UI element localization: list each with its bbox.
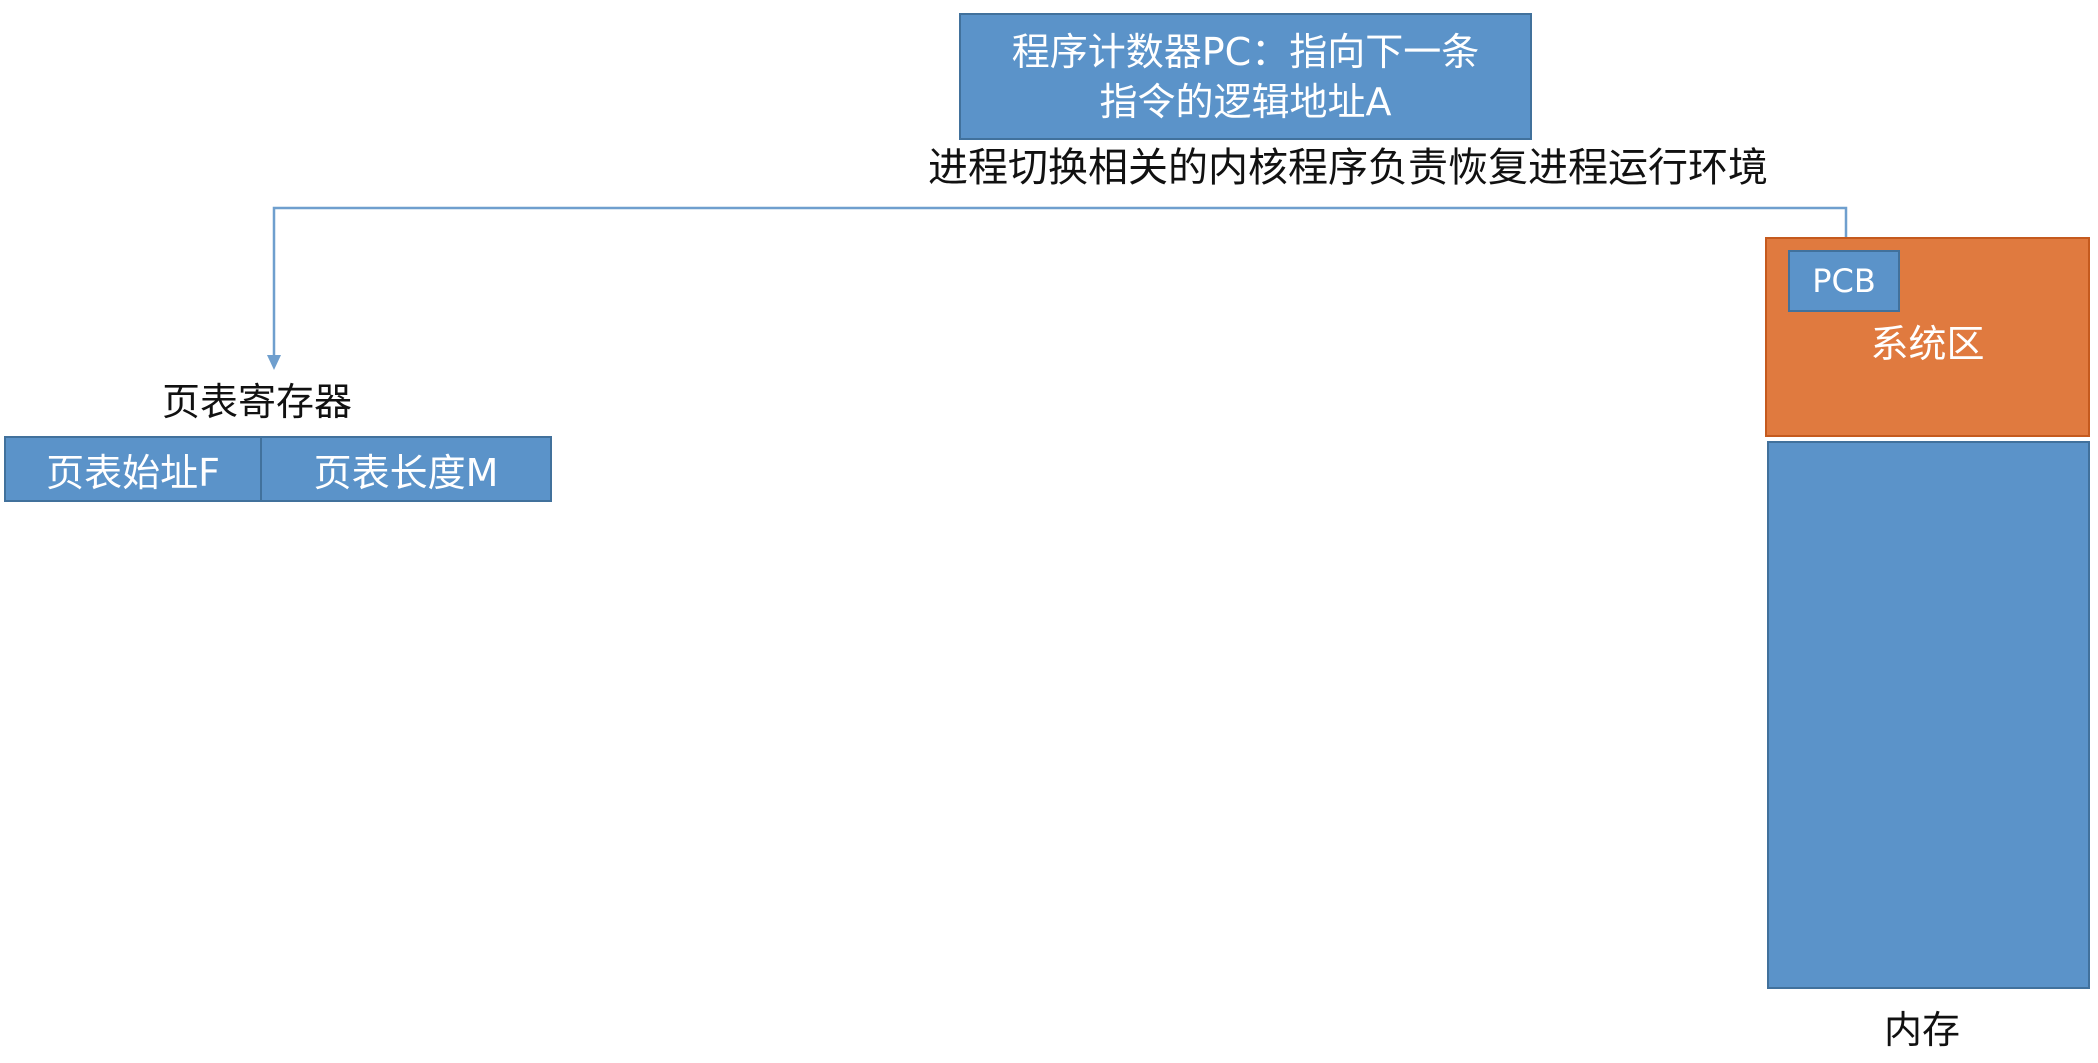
pcb-label: PCB (1812, 262, 1876, 300)
restore-arrow-line (272, 206, 1848, 357)
page-table-start-label: 页表始址F (46, 450, 220, 495)
system-area-label: 系统区 (1870, 322, 1985, 366)
memory-caption: 内存 (1884, 1008, 1961, 1052)
page-table-start-field: 页表始址F (4, 436, 262, 502)
kernel-restore-caption: 进程切换相关的内核程序负责恢复进程运行环境 (928, 145, 1768, 191)
pcb-box: PCB (1788, 250, 1900, 312)
program-counter-box: 程序计数器PC：指向下一条 指令的逻辑地址A (959, 13, 1532, 140)
program-counter-line1: 程序计数器PC：指向下一条 (1011, 29, 1480, 74)
page-table-register-title: 页表寄存器 (162, 380, 353, 424)
page-table-length-field: 页表长度M (260, 436, 552, 502)
page-table-length-label: 页表长度M (313, 450, 499, 495)
program-counter-line2: 指令的逻辑地址A (1099, 79, 1392, 124)
restore-arrowhead (267, 355, 281, 370)
memory-user-area (1767, 441, 2090, 989)
